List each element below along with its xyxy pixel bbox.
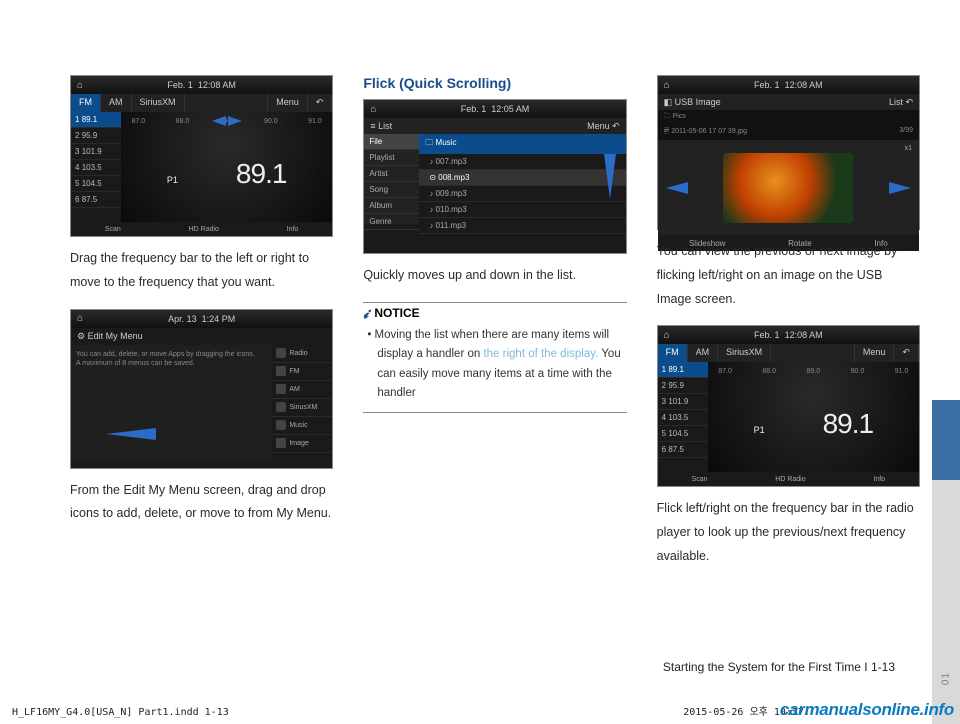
drag-left-arrow-icon: [106, 428, 156, 440]
list-screenshot: ⌂Feb. 1 12:05 AM ≡ ListMenu ↶ File Playl…: [363, 99, 626, 254]
frequency-display: 89.1: [236, 158, 287, 190]
preset-list: 1 89.1 2 95.9 3 101.9 4 103.5 5 104.5 6 …: [71, 112, 121, 222]
preset-label: P1: [167, 175, 178, 185]
edit-title: ⚙ Edit My Menu: [71, 328, 332, 345]
flick-down-arrow-icon: [604, 154, 616, 199]
indd-footer: H_LF16MY_G4.0[USA_N] Part1.indd 1-13: [12, 707, 229, 718]
radio-screenshot-2: ⌂Feb. 1 12:08 AM FM AM SiriusXM Menu ↶ 1…: [657, 325, 920, 487]
editmenu-screenshot: ⌂Apr. 13 1:24 PM ⚙ Edit My Menu You can …: [70, 309, 333, 469]
flick-left-arrow-icon: [666, 182, 688, 194]
chapter-tab-label: 01: [941, 672, 952, 685]
image-viewer-screenshot: ⌂Feb. 1 12:08 AM ◧ USB ImageList ↶ 🗀 Pic…: [657, 75, 920, 230]
section-title: Flick (Quick Scrolling): [363, 75, 626, 91]
tab-back: ↶: [308, 94, 333, 112]
flick-right-arrow-icon: [889, 182, 911, 194]
drag-arrows-icon: [212, 116, 242, 126]
notice-icon: 𝓲: [363, 305, 368, 322]
body-text: You can view the previous or next image …: [657, 240, 920, 311]
status-time: 12:08 AM: [198, 80, 236, 90]
image-content: [723, 153, 853, 223]
notice-body: • Moving the list when there are many it…: [363, 326, 626, 413]
status-date: Feb. 1: [167, 80, 193, 90]
body-text: From the Edit My Menu screen, drag and d…: [70, 479, 333, 527]
tab-fm: FM: [71, 94, 101, 112]
watermark: carmanualsonline.info: [780, 700, 954, 720]
radio-screenshot: ⌂ Feb. 1 12:08 AM FM AM SiriusXM Menu ↶ 1…: [70, 75, 333, 237]
body-text: Quickly moves up and down in the list.: [363, 264, 626, 288]
home-icon: ⌂: [77, 80, 83, 91]
tab-sxm: SiriusXM: [132, 94, 185, 112]
page-footer: Starting the System for the First Time I…: [663, 660, 895, 674]
radio-tabs: FM AM SiriusXM Menu ↶: [71, 94, 332, 112]
body-text: Drag the frequency bar to the left or ri…: [70, 247, 333, 295]
side-tabs: 01: [932, 0, 960, 724]
tab-menu: Menu: [268, 94, 308, 112]
body-text: Flick left/right on the frequency bar in…: [657, 497, 920, 568]
tab-am: AM: [101, 94, 132, 112]
notice-heading: 𝓲NOTICE: [363, 302, 626, 322]
